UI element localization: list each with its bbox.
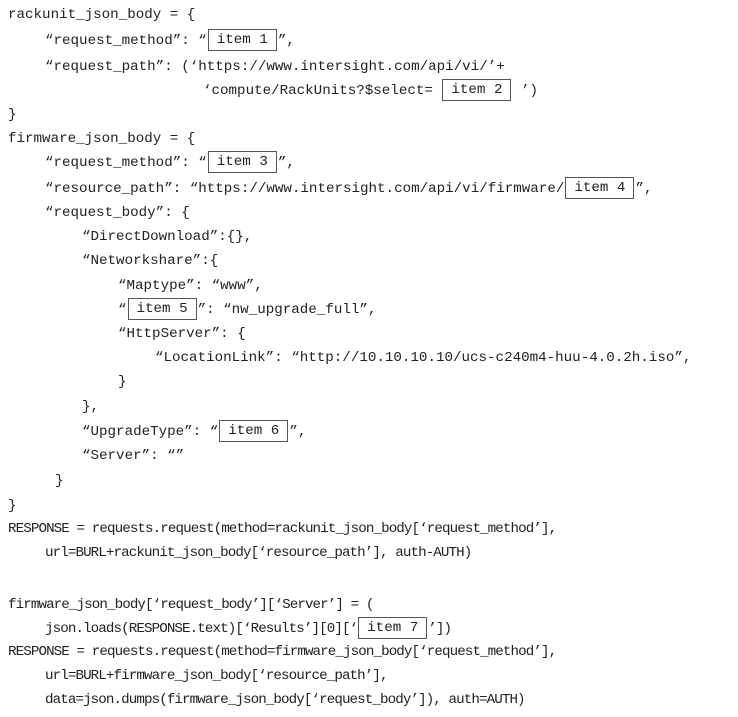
code-text: “ <box>118 302 127 318</box>
code-text: data=json.dumps(firmware_json_body[‘requ… <box>45 692 526 708</box>
code-text: “UpgradeType”: “ <box>82 424 219 440</box>
response1-line2: url=BURL+rackunit_json_body[‘resource_pa… <box>45 541 472 565</box>
blank-item-2[interactable]: item 2 <box>442 79 512 102</box>
code-text: ”, <box>289 424 307 440</box>
code-text: url=BURL+firmware_json_body[‘resource_pa… <box>45 668 389 684</box>
code-text: “resource_path”: “https://www.intersight… <box>45 181 565 197</box>
blank-item-6[interactable]: item 6 <box>219 420 289 443</box>
code-text: “DirectDownload”:{}, <box>82 229 253 245</box>
networkshare-open: “Networkshare”:{ <box>82 249 218 273</box>
code-text: ”, <box>277 33 295 49</box>
code-text: firmware_json_body[‘request_body’][‘Serv… <box>8 597 374 613</box>
code-text: } <box>55 473 64 489</box>
blank-item-7[interactable]: item 7 <box>358 617 428 640</box>
firmware-request-method: “request_method”: “item 3”, <box>45 151 295 175</box>
firmware-request-body-open: “request_body”: { <box>45 201 190 225</box>
rackunit-request-path-cont: ‘compute/RackUnits?$select= item 2 ’) <box>203 79 538 103</box>
code-text: } <box>8 498 17 514</box>
code-text: json.loads(RESPONSE.text)[‘Results’][0][… <box>45 621 358 637</box>
firmware-close: } <box>8 494 17 518</box>
code-text: ‘compute/RackUnits?$select= <box>203 83 442 99</box>
code-text: ”: “nw_upgrade_full”, <box>197 302 377 318</box>
code-text: “Networkshare”:{ <box>82 253 219 269</box>
rackunit-open: rackunit_json_body = { <box>8 3 195 27</box>
code-listing: rackunit_json_body = { “request_method”:… <box>0 0 738 708</box>
rackunit-request-method: “request_method”: “item 1”, <box>45 29 295 53</box>
server-field: “Server”: “” <box>82 444 184 468</box>
request-body-close: } <box>55 469 64 493</box>
code-text: RESPONSE = requests.request(method=firmw… <box>8 644 557 660</box>
firmware-open: firmware_json_body = { <box>8 127 195 151</box>
code-text: “request_path”: (‘https://www.intersight… <box>45 59 505 75</box>
code-text: firmware_json_body = { <box>8 131 196 147</box>
upgrade-type: “UpgradeType”: “item 6”, <box>82 420 306 444</box>
server-assign-line1: firmware_json_body[‘request_body’][‘Serv… <box>8 593 374 617</box>
code-text: ”, <box>635 181 653 197</box>
response2-line3: data=json.dumps(firmware_json_body[‘requ… <box>45 688 526 712</box>
code-text: “request_body”: { <box>45 205 190 221</box>
item5-line: “item 5”: “nw_upgrade_full”, <box>118 298 376 322</box>
code-text: ’) <box>512 83 539 99</box>
server-assign-line2: json.loads(RESPONSE.text)[‘Results’][0][… <box>45 617 452 641</box>
code-text: “HttpServer”: { <box>118 326 246 342</box>
code-text: rackunit_json_body = { <box>8 7 196 23</box>
code-text: “request_method”: “ <box>45 33 207 49</box>
httpserver-close: } <box>118 370 127 394</box>
code-text: “request_method”: “ <box>45 155 207 171</box>
rackunit-close: } <box>8 103 17 127</box>
networkshare-close: }, <box>82 395 99 419</box>
code-text: }, <box>82 399 100 415</box>
code-text: url=BURL+rackunit_json_body[‘resource_pa… <box>45 545 472 561</box>
location-link: “LocationLink”: “http://10.10.10.10/ucs-… <box>155 346 691 370</box>
httpserver-open: “HttpServer”: { <box>118 322 246 346</box>
response1-line1: RESPONSE = requests.request(method=racku… <box>8 517 557 541</box>
blank-item-4[interactable]: item 4 <box>565 177 635 200</box>
code-text: “Maptype”: “www”, <box>118 278 263 294</box>
firmware-resource-path: “resource_path”: “https://www.intersight… <box>45 177 652 201</box>
response2-line2: url=BURL+firmware_json_body[‘resource_pa… <box>45 664 389 688</box>
code-text: } <box>8 107 17 123</box>
maptype: “Maptype”: “www”, <box>118 274 263 298</box>
code-text: ”, <box>277 155 295 171</box>
code-text: } <box>118 374 127 390</box>
blank-item-3[interactable]: item 3 <box>207 151 277 174</box>
code-text: ’]) <box>428 621 452 637</box>
blank-item-1[interactable]: item 1 <box>207 29 277 52</box>
code-text: RESPONSE = requests.request(method=racku… <box>8 521 557 537</box>
direct-download: “DirectDownload”:{}, <box>82 225 252 249</box>
blank-item-5[interactable]: item 5 <box>127 298 197 321</box>
response2-line1: RESPONSE = requests.request(method=firmw… <box>8 640 557 664</box>
code-text: “LocationLink”: “http://10.10.10.10/ucs-… <box>155 350 692 366</box>
code-text: “Server”: “” <box>82 448 185 464</box>
rackunit-request-path: “request_path”: (‘https://www.intersight… <box>45 55 505 79</box>
